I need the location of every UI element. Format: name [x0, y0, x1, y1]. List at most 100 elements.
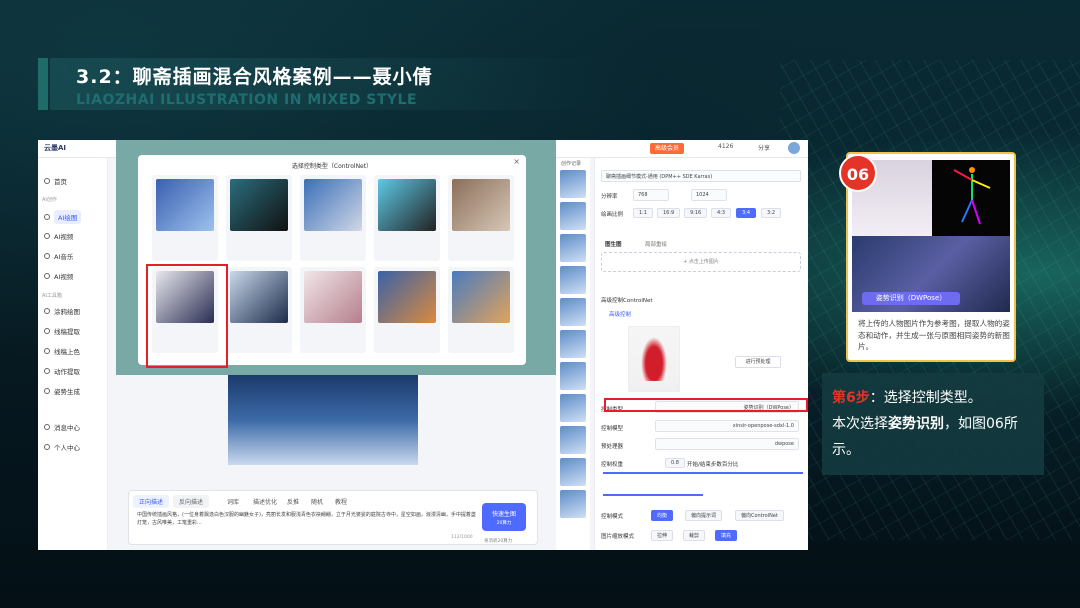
- ratio-9-16[interactable]: 9:16: [684, 208, 708, 218]
- highlight-control-type: [604, 398, 808, 412]
- lineart-icon: [44, 328, 50, 334]
- history-thumb[interactable]: [560, 426, 586, 454]
- nav-section-tools: AI工具箱: [42, 293, 62, 299]
- ratio-3-2[interactable]: 3:2: [761, 208, 782, 218]
- example-pose-skeleton: [932, 160, 1010, 236]
- cutoff-slider[interactable]: [603, 494, 703, 496]
- weight-value[interactable]: 0.8: [665, 458, 685, 468]
- control-card[interactable]: [226, 175, 292, 261]
- controlnet-checkbox[interactable]: 高级控制: [609, 310, 631, 318]
- history-thumb[interactable]: [560, 202, 586, 230]
- history-thumb[interactable]: [560, 234, 586, 262]
- nav-tool-2[interactable]: 线稿提取: [44, 326, 80, 336]
- resize-crop[interactable]: 裁剪: [683, 530, 706, 541]
- title-accent-bar: [38, 58, 48, 110]
- control-card[interactable]: [448, 175, 514, 261]
- slide-subtitle: LIAOZHAI ILLUSTRATION IN MIXED STYLE: [76, 92, 418, 108]
- nav-profile[interactable]: 个人中心: [44, 442, 80, 452]
- instruction-text: 第6步：选择控制类型。 本次选择姿势识别，如图06所示。: [832, 390, 1018, 458]
- ratio-1-1[interactable]: 1:1: [633, 208, 654, 218]
- upload-area[interactable]: + 点击上传图片: [601, 252, 801, 272]
- dancer-figure: [641, 337, 667, 381]
- mode-balanced[interactable]: 均衡: [651, 510, 674, 521]
- prompt-tool-tutorial[interactable]: 教程: [329, 495, 353, 508]
- resize-stretch[interactable]: 拉伸: [651, 530, 674, 541]
- nav-tool-4[interactable]: 动作提取: [44, 366, 80, 376]
- bell-icon: [44, 424, 50, 430]
- control-card[interactable]: [152, 175, 218, 261]
- music-icon: [44, 253, 50, 259]
- prompt-tool-reverse[interactable]: 反推: [281, 495, 305, 508]
- preprocessor-select[interactable]: dwpose: [655, 438, 799, 450]
- brush-icon: [44, 214, 50, 220]
- prompt-panel: 正向描述 反向描述 词库 描述优化 反推 随机 教程 中国传统插画风格，(一位身…: [128, 490, 538, 545]
- control-card[interactable]: [300, 175, 366, 261]
- nav-tool-3[interactable]: 线稿上色: [44, 346, 80, 356]
- weight-slider[interactable]: [603, 472, 803, 474]
- control-card[interactable]: [374, 267, 440, 353]
- modal-title: 选择控制类型（ControlNet）: [291, 163, 373, 170]
- history-thumb[interactable]: [560, 170, 586, 198]
- app-screenshot: 云墨AI 高级会员 4126 分享 首页 AI创作 AI绘图 AI视频 AI音乐…: [38, 140, 808, 550]
- film-icon: [44, 273, 50, 279]
- ratio-16-9[interactable]: 16:9: [657, 208, 681, 218]
- result-image[interactable]: [228, 375, 418, 465]
- control-model-select[interactable]: xinsir-openpose-sdxl-1.0: [655, 420, 799, 432]
- control-card[interactable]: [300, 267, 366, 353]
- control-card[interactable]: [374, 175, 440, 261]
- prompt-textarea[interactable]: 中国传统插画风格，(一位身着飘逸白色汉服的幽魅女子)，亮丽长发和服浅青色衣袂翩翩…: [137, 511, 477, 527]
- prompt-tool-optimize[interactable]: 描述优化: [247, 495, 283, 508]
- history-thumb[interactable]: [560, 490, 586, 518]
- nav-home[interactable]: 首页: [44, 176, 67, 186]
- controlnet-header[interactable]: 高级控制ControlNet: [601, 296, 653, 304]
- history-thumb[interactable]: [560, 330, 586, 358]
- motion-icon: [44, 368, 50, 374]
- points-count: 4126: [718, 143, 734, 150]
- prompt-tool-random[interactable]: 随机: [305, 495, 329, 508]
- history-thumb[interactable]: [560, 394, 586, 422]
- example-pose-pill: 姿势识别（DWPose）: [862, 292, 960, 305]
- share-button[interactable]: 分享: [758, 143, 770, 152]
- nav-messages[interactable]: 消息中心: [44, 422, 80, 432]
- history-thumb[interactable]: [560, 298, 586, 326]
- palette-icon: [44, 348, 50, 354]
- vip-button[interactable]: 高级会员: [650, 143, 685, 154]
- tab-positive[interactable]: 正向描述: [133, 495, 170, 508]
- mode-prompt[interactable]: 偏向提示词: [685, 510, 723, 521]
- avatar[interactable]: [788, 142, 800, 154]
- nav-ai-music[interactable]: AI音乐: [44, 251, 73, 261]
- control-card[interactable]: [448, 267, 514, 353]
- model-select[interactable]: 聊斋插画细节模式-通用 (DPM++ SDE Karras): [601, 170, 801, 182]
- ratio-4-3[interactable]: 4:3: [711, 208, 732, 218]
- close-icon[interactable]: ×: [513, 157, 520, 166]
- tab-inpaint[interactable]: 局部重绘: [645, 240, 667, 248]
- prompt-counter: 112/1000: [451, 535, 473, 540]
- nav-ai-draw[interactable]: AI绘图: [44, 210, 82, 224]
- height-input[interactable]: 1024: [691, 189, 727, 201]
- width-input[interactable]: 768: [633, 189, 669, 201]
- history-thumb[interactable]: [560, 266, 586, 294]
- nav-tool-5[interactable]: 姿势生成: [44, 386, 80, 396]
- step-badge: 06: [839, 154, 877, 192]
- preprocess-button[interactable]: 进行预处理: [735, 356, 781, 368]
- user-icon: [44, 444, 50, 450]
- mode-controlnet[interactable]: 偏向ControlNet: [735, 510, 784, 521]
- nav-tool-1[interactable]: 涂鸦绘图: [44, 306, 80, 316]
- control-card[interactable]: [226, 267, 292, 353]
- resize-fill[interactable]: 填充: [715, 530, 738, 541]
- app-logo[interactable]: 云墨AI: [44, 143, 66, 153]
- settings-panel: 聊斋插画细节模式-通用 (DPM++ SDE Karras) 分辨率 768 1…: [594, 158, 808, 550]
- nav-ai-speak[interactable]: AI视频: [44, 271, 73, 281]
- ratio-3-4[interactable]: 3:4: [736, 208, 757, 218]
- generate-button[interactable]: 快速生图 20算力: [482, 503, 526, 531]
- history-thumb[interactable]: [560, 362, 586, 390]
- tab-img2img[interactable]: 图生图: [605, 240, 622, 248]
- history-thumb[interactable]: [560, 458, 586, 486]
- tab-negative[interactable]: 反向描述: [173, 495, 210, 508]
- nav-ai-video[interactable]: AI视频: [44, 231, 73, 241]
- prompt-tool-words[interactable]: 词库: [221, 495, 245, 508]
- highlight-pose-card: [146, 264, 228, 368]
- pose-reference-image[interactable]: [628, 326, 680, 392]
- left-nav: 首页 AI创作 AI绘图 AI视频 AI音乐 AI视频 AI工具箱 涂鸦绘图 线…: [38, 158, 108, 550]
- example-description: 将上传的人物图片作为参考图，提取人物的姿态和动作，并生成一张与原图相同姿势的新图…: [858, 319, 1010, 351]
